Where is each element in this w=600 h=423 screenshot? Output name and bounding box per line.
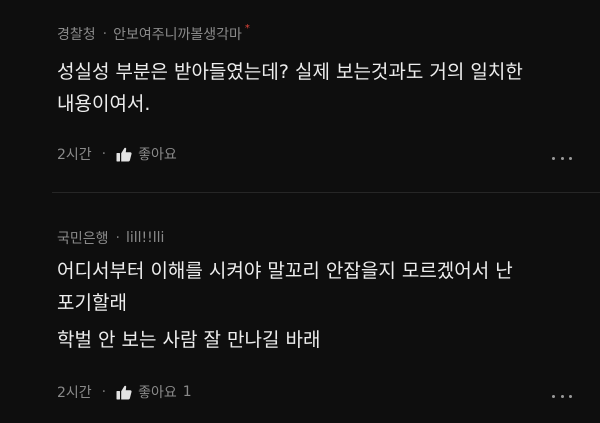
more-dot bbox=[560, 394, 564, 398]
comment-text-line: 학벌 안 보는 사람 잘 만나길 바래 bbox=[57, 329, 321, 351]
like-label: 좋아요 bbox=[138, 147, 177, 163]
like-button[interactable]: 좋아요 1 bbox=[116, 382, 192, 402]
meta-separator: · bbox=[102, 26, 108, 42]
comment-user-subtitle: lill!!lli bbox=[125, 230, 165, 246]
like-count: 1 bbox=[182, 384, 192, 400]
comment-body: 어디서부터 이해를 시켜야 말꼬리 안잡을지 모르겠어서 난 포기할래 학벌 안… bbox=[57, 255, 587, 356]
more-options-icon[interactable] bbox=[552, 155, 572, 161]
more-options-icon[interactable] bbox=[552, 393, 572, 399]
more-dot bbox=[552, 156, 555, 160]
more-dot bbox=[552, 394, 555, 398]
comment-time: 2시간 bbox=[57, 147, 92, 163]
action-separator: · bbox=[101, 146, 107, 162]
comment-body: 성실성 부분은 받아들였는데? 실제 보는것과도 거의 일치한 내용이여서. bbox=[57, 56, 587, 120]
comment-author[interactable]: 경찰청 bbox=[57, 24, 96, 44]
comment-text-line: 어디서부터 이해를 시켜야 말꼬리 안잡을지 모르겠어서 난 bbox=[57, 260, 513, 282]
comment-actions: 2시간 · 좋아요 1 bbox=[57, 382, 192, 402]
comment-user-subtitle: 안보여주니까볼생각마 bbox=[113, 27, 242, 43]
comment-text-line: 내용이여서. bbox=[57, 93, 151, 115]
comment-meta: 국민은행 · lill!!lli bbox=[57, 228, 164, 248]
more-dot bbox=[569, 156, 572, 160]
meta-separator: · bbox=[115, 230, 120, 246]
action-separator: · bbox=[101, 384, 107, 400]
comment-author[interactable]: 국민은행 bbox=[57, 228, 109, 248]
comment-actions: 2시간 · 좋아요 bbox=[57, 144, 177, 164]
like-button[interactable]: 좋아요 bbox=[116, 144, 177, 164]
like-label: 좋아요 bbox=[138, 385, 177, 401]
thumbs-up-icon bbox=[116, 147, 132, 161]
comment-item: 경찰청 · 안보여주니까볼생각마 * 성실성 부분은 받아들였는데? 실제 보는… bbox=[0, 0, 600, 192]
comment-item: 국민은행 · lill!!lli 어디서부터 이해를 시켜야 말꼬리 안잡을지 … bbox=[0, 203, 600, 423]
comment-meta: 경찰청 · 안보여주니까볼생각마 * bbox=[57, 22, 250, 44]
thumbs-up-icon bbox=[116, 385, 132, 399]
comment-text-line: 성실성 부분은 받아들였는데? 실제 보는것과도 거의 일치한 bbox=[57, 61, 523, 83]
more-dot bbox=[569, 394, 572, 398]
comment-divider bbox=[52, 192, 600, 193]
badge-icon: * bbox=[244, 22, 250, 34]
comment-time: 2시간 bbox=[57, 385, 92, 401]
more-dot bbox=[560, 156, 564, 160]
comment-text-line: 포기할래 bbox=[57, 292, 127, 314]
